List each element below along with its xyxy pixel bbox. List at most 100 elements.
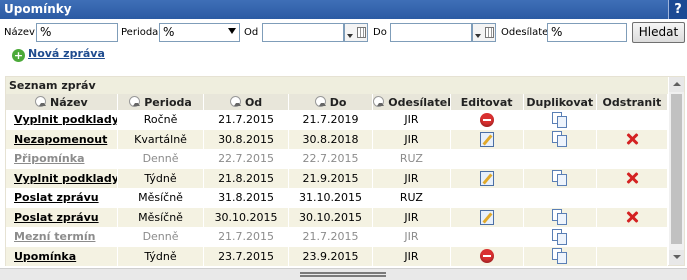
help-button[interactable]: ? [668,0,687,19]
chevron-down-icon [228,28,236,34]
sort-icon [314,95,326,107]
column-header-delete: Odstranit [596,94,669,110]
to-label: Do [373,27,387,38]
from-cell: 31.8.2015 [203,188,289,208]
sender-input[interactable]: % [547,23,627,42]
copy-icon[interactable] [551,170,568,187]
to-cell: 30.10.2015 [288,207,374,227]
column-header-duplicate: Duplikovat [523,94,597,110]
delete-cell [596,207,669,227]
table-row[interactable]: Vyplnit podklady Týdně 21.8.2015 21.9.2015 J… [6,168,669,188]
sort-icon [373,95,385,107]
sort-icon [229,95,241,107]
sender-cell: RUZ [372,149,451,169]
to-cell: 21.7.2015 [288,227,374,247]
name-cell[interactable]: Nezapomenout [6,129,118,149]
column-header-to[interactable]: Do [288,94,374,110]
minus-circle-icon[interactable] [479,112,494,127]
period-cell: Měsíčně [117,188,205,208]
sort-icon [35,95,47,107]
name-cell[interactable]: Upomínka [6,246,118,266]
new-message-label: Nová zpráva [28,47,105,60]
from-date-input[interactable] [262,23,344,42]
table-row[interactable]: Vyplnit podklady Ročně 21.7.2015 21.7.2019 J… [6,110,669,130]
delete-cell [596,246,669,266]
from-cell: 21.7.2015 [203,227,289,247]
to-cell: 23.9.2015 [288,246,374,266]
period-cell: Ročně [117,110,205,130]
edit-cell [450,246,524,266]
x-icon[interactable] [625,132,639,146]
duplicate-cell [523,168,597,188]
table-row[interactable]: Nezapomenout Kvartálně 30.8.2015 30.8.2018 J… [6,129,669,149]
name-cell[interactable]: Připomínka [6,149,118,169]
from-cell: 21.8.2015 [203,168,289,188]
from-cell: 22.7.2015 [203,149,289,169]
new-message-link[interactable]: + Nová zpráva [12,47,105,62]
pencil-icon[interactable] [479,131,494,147]
duplicate-cell [523,207,597,227]
edit-cell [450,110,524,130]
chevron-down-icon [475,34,481,38]
column-header-from[interactable]: Od [203,94,289,110]
message-list-caption: Seznam zpráv [6,77,668,94]
duplicate-cell [523,246,597,266]
table-row[interactable]: Poslat zprávu Měsíčně 31.8.2015 31.10.2015 R… [6,188,669,208]
table-row[interactable]: Mezní termín Denně 21.7.2015 21.7.2015 JIR [6,227,669,247]
x-icon[interactable] [625,171,639,185]
edit-cell [450,188,524,208]
name-cell[interactable]: Poslat zprávu [6,207,118,227]
copy-icon[interactable] [551,228,568,245]
column-header-period[interactable]: Perioda [117,94,205,110]
minus-circle-icon[interactable] [479,249,494,264]
period-select-value: % [163,25,175,39]
scrollbar-thumb[interactable] [671,94,682,244]
message-table: Název Perioda Od Do Odesílatel Editovat … [6,94,669,266]
to-cell: 21.9.2015 [288,168,374,188]
table-row[interactable]: Připomínka Denně 22.7.2015 22.7.2015 RUZ [6,149,669,169]
delete-cell [596,227,669,247]
pencil-icon[interactable] [479,170,494,186]
edit-cell [450,207,524,227]
copy-icon[interactable] [551,248,568,265]
period-cell: Týdně [117,168,205,188]
from-label: Od [244,27,259,38]
duplicate-cell [523,227,597,247]
panel-splitter[interactable] [0,268,687,280]
copy-icon[interactable] [551,131,568,148]
scroll-down-icon[interactable] [669,250,684,265]
edit-cell [450,129,524,149]
to-calendar-button[interactable] [472,23,496,42]
to-date-input[interactable] [390,23,472,42]
plus-circle-icon: + [12,49,25,62]
period-select[interactable]: % [159,23,240,42]
copy-icon[interactable] [551,111,568,128]
search-button[interactable]: Hledat [632,22,685,43]
name-cell[interactable]: Vyplnit podklady [6,110,118,130]
pencil-icon[interactable] [479,209,494,225]
copy-icon[interactable] [551,209,568,226]
duplicate-cell [523,110,597,130]
column-header-sender[interactable]: Odesílatel [372,94,451,110]
name-cell[interactable]: Vyplnit podklady [6,168,118,188]
name-cell[interactable]: Mezní termín [6,227,118,247]
period-cell: Denně [117,149,205,169]
delete-cell [596,110,669,130]
sender-label: Odesílatel [501,27,552,38]
name-input[interactable]: % [36,23,118,42]
x-icon[interactable] [625,210,639,224]
name-cell[interactable]: Poslat zprávu [6,188,118,208]
drag-handle-icon[interactable] [300,272,386,277]
edit-cell [450,168,524,188]
to-cell: 21.7.2019 [288,110,374,130]
period-cell: Denně [117,227,205,247]
vertical-scrollbar[interactable] [669,77,684,265]
scroll-up-icon[interactable] [669,77,684,92]
from-calendar-button[interactable] [344,23,368,42]
period-cell: Týdně [117,246,205,266]
sender-cell: RUZ [372,188,451,208]
table-row[interactable]: Poslat zprávu Měsíčně 30.10.2015 30.10.2015… [6,207,669,227]
table-row[interactable]: Upomínka Týdně 23.7.2015 23.9.2015 JIR [6,246,669,266]
column-header-name[interactable]: Název [6,94,118,110]
delete-cell [596,129,669,149]
